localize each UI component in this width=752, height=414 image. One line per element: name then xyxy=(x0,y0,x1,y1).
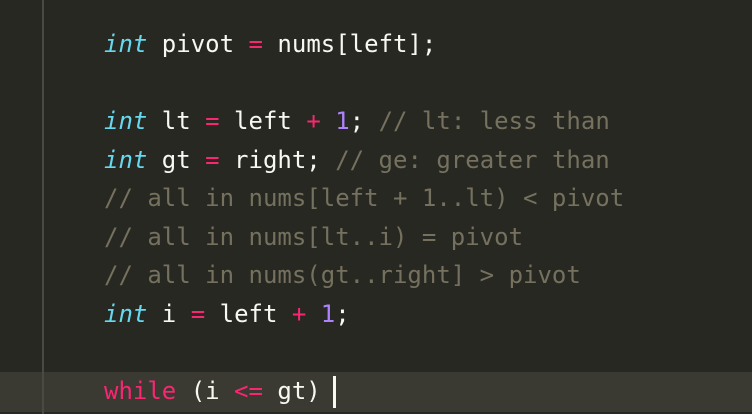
text-cursor xyxy=(332,376,336,408)
code-token: = xyxy=(205,146,220,174)
code-token: i xyxy=(147,300,191,328)
code-line[interactable]: int i = left + 1; xyxy=(104,295,350,334)
code-token: left xyxy=(205,300,292,328)
code-token: // all in nums[left + 1..lt) < pivot xyxy=(104,184,625,212)
code-token: // lt: less than xyxy=(378,107,610,135)
code-token: // all in nums(gt..right] > pivot xyxy=(104,261,581,289)
code-token: 1 xyxy=(335,107,350,135)
code-token: 1 xyxy=(320,300,336,328)
code-token: <= xyxy=(234,377,263,405)
code-editor[interactable]: int pivot = nums[left]; int lt = left + 1… xyxy=(0,0,752,414)
code-token: = xyxy=(248,30,263,58)
code-token: lt xyxy=(147,107,206,135)
code-token: right; xyxy=(219,146,336,174)
code-token: pivot xyxy=(147,30,249,58)
code-token: nums[left]; xyxy=(262,30,437,58)
code-line[interactable]: // all in nums(gt..right] > pivot xyxy=(104,256,581,295)
gutter-divider xyxy=(42,0,44,414)
code-line[interactable]: // all in nums[left + 1..lt) < pivot xyxy=(104,179,624,218)
code-token: gt) xyxy=(262,377,321,405)
code-token: ; xyxy=(335,300,350,328)
code-token: = xyxy=(205,107,220,135)
code-token: // all in nums[lt..i) = pivot xyxy=(104,223,524,251)
code-token: gt xyxy=(147,146,206,174)
code-token: int xyxy=(104,30,148,58)
code-token: // ge: greater than xyxy=(335,146,610,174)
code-token: = xyxy=(190,300,206,328)
code-token: while xyxy=(104,377,177,405)
code-token: + xyxy=(291,300,307,328)
code-area[interactable]: int pivot = nums[left]; int lt = left + 1… xyxy=(104,0,744,414)
code-line[interactable]: int lt = left + 1; // lt: less than xyxy=(104,102,610,141)
code-line[interactable]: int pivot = nums[left]; xyxy=(104,25,436,64)
code-line[interactable]: // all in nums[lt..i) = pivot xyxy=(104,218,523,257)
code-token: int xyxy=(104,300,148,328)
code-token: (i xyxy=(176,377,235,405)
code-line[interactable]: int gt = right; // ge: greater than xyxy=(104,141,610,180)
code-token: int xyxy=(104,146,148,174)
code-token: int xyxy=(104,107,148,135)
code-token: ; xyxy=(349,107,379,135)
code-token: + xyxy=(306,107,321,135)
code-token: left xyxy=(219,107,307,135)
code-line[interactable]: while (i <= gt) xyxy=(104,372,336,411)
